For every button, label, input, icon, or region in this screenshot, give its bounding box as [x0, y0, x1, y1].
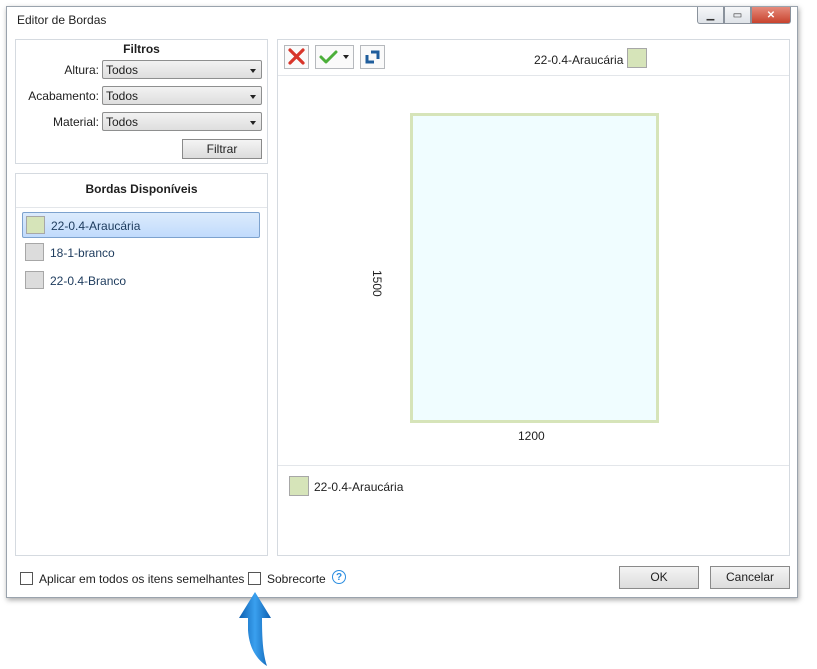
title-bar: Editor de Bordas ▁ ▭ ✕ [7, 7, 797, 33]
sobrecorte-checkbox[interactable] [248, 572, 261, 585]
divider [278, 75, 789, 76]
material-select[interactable]: Todos [102, 112, 262, 131]
apply-all-checkbox[interactable] [20, 572, 33, 585]
green-check-icon [319, 50, 338, 64]
top-edge-swatch[interactable] [627, 48, 647, 68]
piece-preview[interactable] [410, 113, 659, 423]
rotate-corners-icon [365, 50, 380, 64]
cancel-button[interactable]: Cancelar [710, 566, 790, 589]
red-x-icon [288, 48, 305, 65]
apply-edges-dropdown-button[interactable] [315, 45, 354, 69]
material-value: Todos [106, 115, 139, 129]
width-dimension-label: 1200 [518, 429, 545, 443]
color-swatch [26, 216, 45, 234]
divider [16, 207, 267, 208]
height-dimension-label: 1500 [370, 270, 384, 297]
altura-select[interactable]: Todos [102, 60, 262, 79]
list-item-label: 18-1-branco [50, 246, 115, 260]
available-edges-panel: Bordas Disponíveis 22-0.4-Araucária 18-1… [15, 173, 268, 556]
maximize-icon: ▭ [732, 9, 743, 21]
list-item[interactable]: 22-0.4-Branco [22, 268, 260, 294]
dropdown-arrow-icon [250, 121, 256, 125]
close-button[interactable]: ✕ [751, 7, 791, 24]
help-icon[interactable]: ? [332, 570, 346, 584]
filtrar-button[interactable]: Filtrar [182, 139, 262, 159]
filters-panel: Filtros Altura: Todos Acabamento: Todos … [15, 39, 268, 164]
filters-title: Filtros [123, 42, 160, 56]
available-edges-title: Bordas Disponíveis [85, 182, 198, 196]
ok-button[interactable]: OK [619, 566, 699, 589]
window-title: Editor de Bordas [17, 13, 107, 27]
edge-editor-panel: 22-0.4-Araucária 1200 1500 22-0.4-Araucá… [277, 39, 790, 556]
list-item-label: 22-0.4-Branco [50, 274, 127, 288]
sobrecorte-label[interactable]: Sobrecorte [267, 572, 326, 586]
acabamento-label: Acabamento: [28, 89, 99, 103]
rotate-edges-button[interactable] [360, 45, 385, 69]
annotation-arrow-icon [239, 592, 271, 666]
minimize-icon: ▁ [706, 9, 715, 21]
remove-edges-button[interactable] [284, 45, 309, 69]
acabamento-select[interactable]: Todos [102, 86, 262, 105]
color-swatch [25, 243, 44, 261]
altura-value: Todos [106, 63, 139, 77]
acabamento-value: Todos [106, 89, 139, 103]
altura-label: Altura: [64, 63, 99, 77]
dropdown-arrow-icon [250, 69, 256, 73]
dropdown-arrow-icon [250, 95, 256, 99]
window-controls: ▁ ▭ ✕ [697, 7, 791, 25]
top-edge-label: 22-0.4-Araucária [534, 53, 624, 67]
divider [278, 465, 789, 466]
list-item-label: 22-0.4-Araucária [51, 219, 141, 233]
bottom-edge-label: 22-0.4-Araucária [314, 480, 404, 494]
material-label: Material: [52, 115, 99, 129]
maximize-button[interactable]: ▭ [724, 7, 751, 24]
color-swatch [25, 271, 44, 289]
minimize-button[interactable]: ▁ [697, 7, 724, 24]
list-item[interactable]: 22-0.4-Araucária [22, 212, 260, 238]
list-item[interactable]: 18-1-branco [22, 240, 260, 266]
close-icon: ✕ [766, 9, 776, 21]
chevron-down-icon [343, 55, 349, 59]
editor-de-bordas-window: Editor de Bordas ▁ ▭ ✕ Filtros Altura: T… [6, 6, 798, 598]
bottom-edge-swatch[interactable] [289, 476, 309, 496]
apply-all-label[interactable]: Aplicar em todos os itens semelhantes [39, 572, 244, 586]
